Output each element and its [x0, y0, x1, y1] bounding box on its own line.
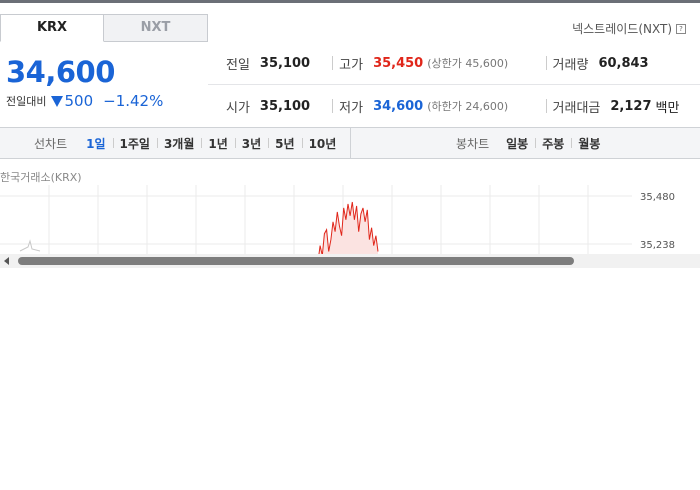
candle-chart-title: 봉차트 — [456, 136, 490, 151]
stat-label: 거래대금 — [552, 100, 601, 116]
chart-svg: 35,480 35,238 — [0, 185, 675, 255]
scrollbar-thumb[interactable] — [18, 257, 574, 265]
stat-label: 전일 — [226, 57, 250, 73]
upper-limit: (상한가 45,600) — [427, 57, 509, 70]
stat-label: 시가 — [226, 100, 250, 116]
chart-scrollbar[interactable] — [0, 254, 700, 268]
stats-row: 전일 35,100 고가 35,450 (상한가 45,600) 거래량 60,… — [214, 48, 700, 78]
stat-amount: 거래대금 2,127 백만 — [547, 97, 700, 116]
tab-nxt[interactable]: NXT — [104, 14, 208, 42]
stat-value: 34,600 — [373, 98, 424, 114]
nxt-info-label: 넥스트레이드(NXT) — [572, 22, 672, 36]
market-tabs: KRX NXT — [0, 14, 208, 42]
period-1w[interactable]: 1주일 — [112, 135, 157, 152]
change-amount: 500 — [64, 92, 94, 110]
stat-label: 저가 — [339, 100, 364, 116]
period-1y[interactable]: 1년 — [201, 135, 234, 152]
chart-toolbar: 선차트 1일 1주일 3개월 1년 3년 5년 10년 봉차트 일봉 주봉 월봉 — [0, 127, 700, 159]
divider — [208, 84, 700, 85]
price-change: 전일대비 500 −1.42% — [6, 92, 163, 110]
current-price: 34,600 — [6, 55, 115, 89]
line-chart-title: 선차트 — [34, 136, 68, 151]
period-3m[interactable]: 3개월 — [156, 135, 201, 152]
stat-label: 고가 — [339, 57, 364, 73]
top-border — [0, 0, 700, 3]
stat-value: 60,843 — [598, 55, 649, 71]
period-5y[interactable]: 5년 — [268, 135, 301, 152]
price-chart: 35,480 35,238 — [0, 185, 700, 255]
stat-value: 35,100 — [259, 98, 311, 114]
line-chart-periods: 선차트 1일 1주일 3개월 1년 3년 5년 10년 — [34, 128, 343, 158]
scroll-left-arrow-icon[interactable] — [4, 257, 9, 265]
candle-daily[interactable]: 일봉 — [499, 135, 535, 152]
y-tick-label: 35,238 — [640, 240, 675, 251]
period-1d[interactable]: 1일 — [79, 135, 112, 152]
divider — [350, 128, 351, 158]
stat-unit: 백만 — [655, 100, 680, 116]
stat-low: 저가 34,600 (하한가 24,600) — [333, 97, 545, 116]
period-10y[interactable]: 10년 — [301, 135, 344, 152]
lower-limit: (하한가 24,600) — [427, 100, 509, 113]
change-percent: −1.42% — [103, 92, 164, 110]
stat-value: 35,450 — [373, 55, 424, 71]
stat-open: 시가 35,100 — [214, 97, 332, 116]
pre-market-line — [19, 239, 41, 252]
tab-krx[interactable]: KRX — [0, 14, 104, 42]
stat-label: 거래량 — [552, 57, 589, 73]
candle-monthly[interactable]: 월봉 — [571, 135, 607, 152]
stat-prev-close: 전일 35,100 — [214, 54, 332, 73]
stat-value: 35,100 — [259, 55, 311, 71]
candle-chart-periods: 봉차트 일봉 주봉 월봉 — [456, 128, 607, 158]
candle-weekly[interactable]: 주봉 — [535, 135, 571, 152]
change-label: 전일대비 — [6, 95, 47, 108]
period-3y[interactable]: 3년 — [234, 135, 268, 152]
y-tick-label: 35,480 — [640, 192, 675, 203]
down-triangle-icon — [51, 95, 64, 107]
stat-value: 2,127 — [610, 98, 652, 114]
stat-volume: 거래량 60,843 — [547, 54, 700, 73]
stats-row: 시가 35,100 저가 34,600 (하한가 24,600) 거래대금 2,… — [214, 91, 700, 121]
help-icon[interactable]: ? — [676, 23, 686, 34]
exchange-label: 한국거래소(KRX) — [0, 171, 82, 184]
stat-high: 고가 35,450 (상한가 45,600) — [333, 54, 545, 73]
nxt-info-link[interactable]: 넥스트레이드(NXT) ? — [572, 20, 686, 37]
